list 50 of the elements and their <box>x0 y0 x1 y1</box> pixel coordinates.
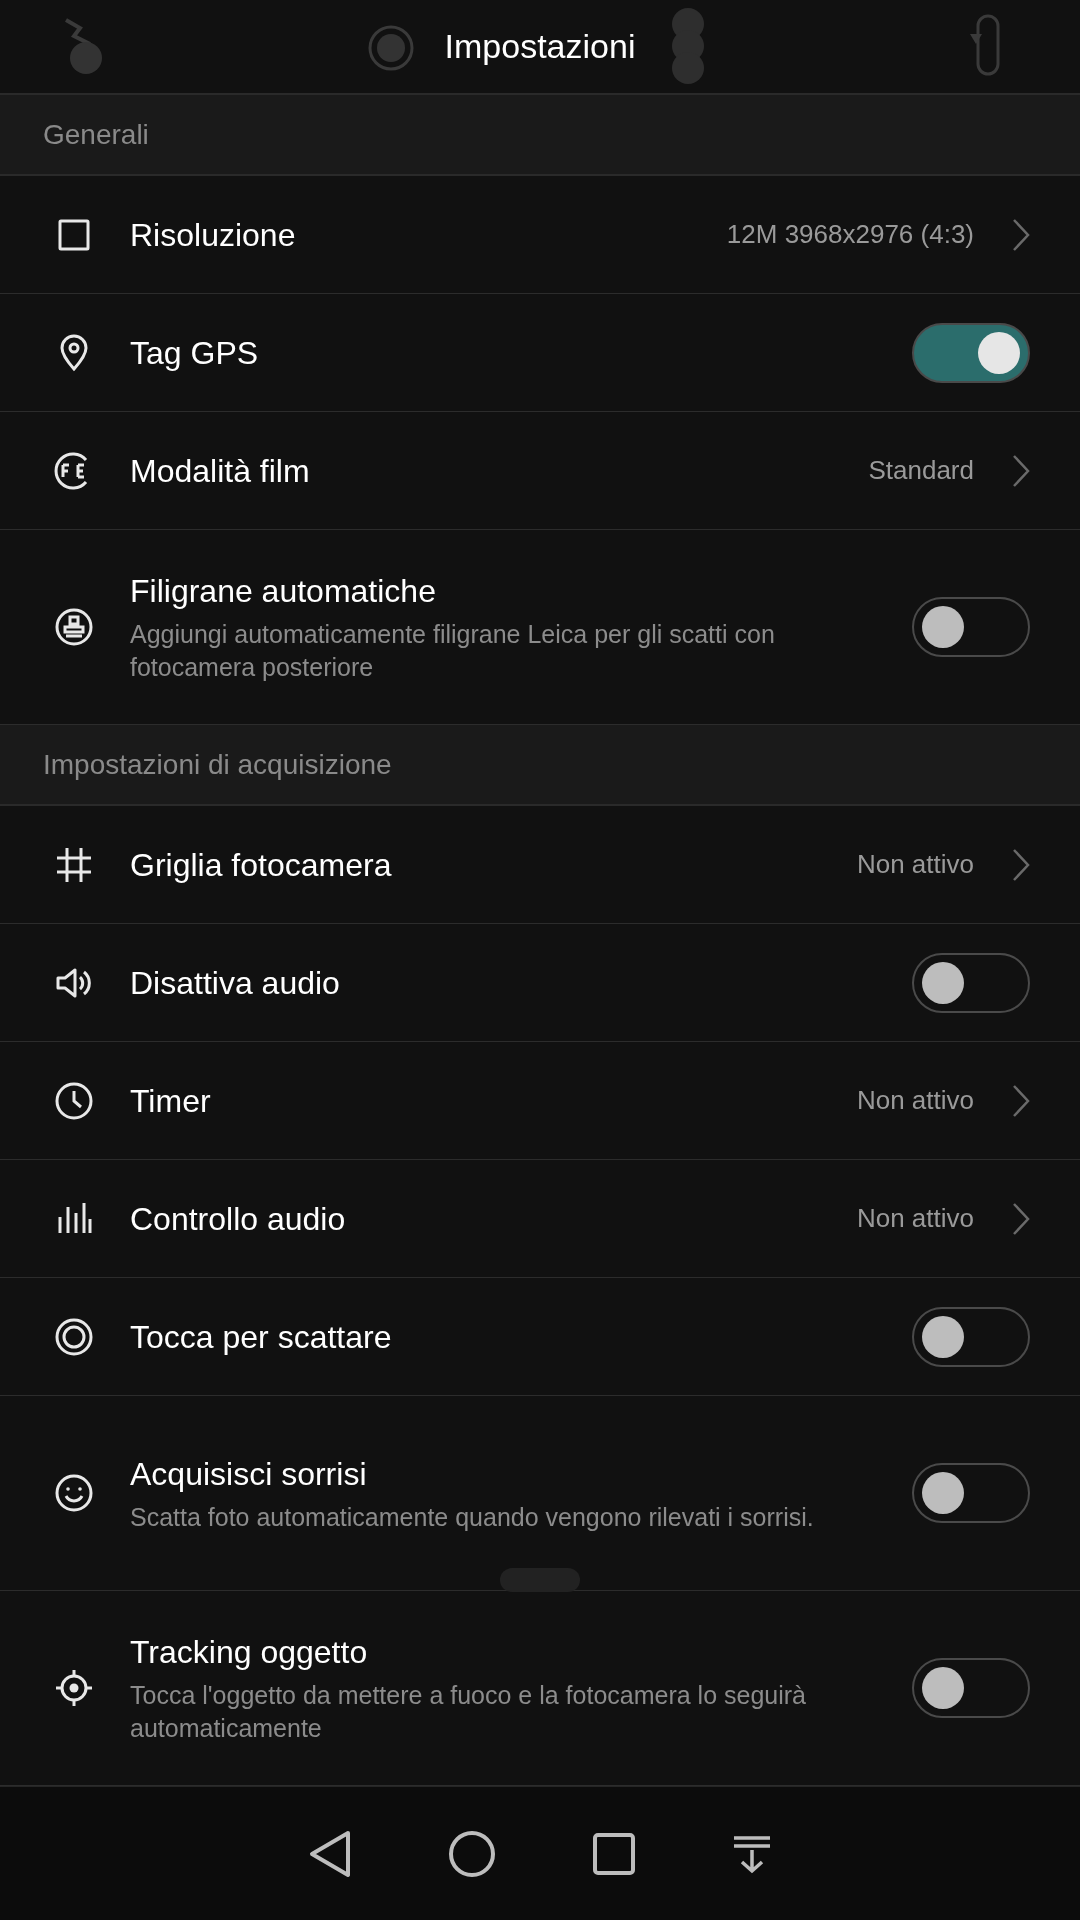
toggle-switch[interactable] <box>912 1463 1030 1523</box>
setting-title: Disattiva audio <box>130 963 341 1003</box>
switch-camera-icon <box>968 14 1002 76</box>
setting-title: Tracking oggetto <box>130 1633 369 1672</box>
home-icon[interactable] <box>448 1829 496 1878</box>
settings-row[interactable]: Tocca per scattare <box>0 1278 1080 1396</box>
chevron-right-icon <box>1012 217 1030 252</box>
toggle-switch[interactable] <box>912 1658 1030 1718</box>
setting-title: Controllo audio <box>130 1199 347 1239</box>
clock-icon <box>54 1080 94 1121</box>
settings-row[interactable]: Timer Non attivo <box>0 1042 1080 1160</box>
section-title: Generali <box>43 117 149 152</box>
setting-value: Non attivo <box>856 1202 974 1235</box>
setting-value: 12M 3968x2976 (4:3) <box>726 218 974 251</box>
setting-title: Modalità film <box>130 451 311 491</box>
chevron-right-icon <box>1012 1083 1030 1118</box>
screen-title: Impostazioni <box>444 26 636 67</box>
setting-title: Acquisisci sorrisi <box>130 1454 368 1494</box>
setting-value: Standard <box>868 454 974 487</box>
target-icon <box>54 1668 94 1708</box>
settings-row[interactable]: Disattiva audio <box>0 924 1080 1042</box>
chevron-right-icon <box>1012 1201 1030 1236</box>
back-icon[interactable] <box>308 1829 352 1878</box>
setting-title: Tag GPS <box>130 333 260 373</box>
aperture-icon <box>367 24 415 72</box>
setting-title: Timer <box>130 1081 212 1121</box>
toggle-switch[interactable] <box>912 597 1030 657</box>
setting-description: Aggiungi automaticamente filigrane Leica per gli scatti con fotocamera posteriore <box>130 619 776 683</box>
shutter-icon <box>54 1316 94 1357</box>
notification-pull-icon[interactable] <box>732 1833 772 1874</box>
settings-row[interactable]: Griglia fotocamera Non attivo <box>0 806 1080 924</box>
setting-title: Risoluzione <box>130 215 297 255</box>
setting-title: Filigrane automatiche <box>130 572 437 611</box>
setting-description: Scatta foto automaticamente quando vengono rilevati i sorrisi. <box>130 1501 815 1533</box>
smiley-icon <box>54 1473 94 1513</box>
settings-row[interactable]: Modalità film Standard <box>0 412 1080 530</box>
setting-description: Tocca l'oggetto da mettere a fuoco e la fotocamera lo seguirà automaticamente <box>130 1680 807 1744</box>
recents-icon[interactable] <box>592 1831 636 1876</box>
section-title: Impostazioni di acquisizione <box>43 747 392 782</box>
stamp-icon <box>54 607 94 647</box>
setting-title: Griglia fotocamera <box>130 845 393 885</box>
chevron-right-icon <box>1012 847 1030 882</box>
settings-row[interactable]: Risoluzione 12M 3968x2976 (4:3) <box>0 176 1080 294</box>
setting-value: Non attivo <box>856 848 974 881</box>
dots-icon <box>670 8 706 84</box>
settings-row[interactable]: Controllo audio Non attivo <box>0 1160 1080 1278</box>
setting-title: Tocca per scattare <box>130 1317 393 1357</box>
setting-value: Non attivo <box>856 1084 974 1117</box>
chevron-right-icon <box>1012 453 1030 488</box>
settings-row[interactable]: Tag GPS <box>0 294 1080 412</box>
